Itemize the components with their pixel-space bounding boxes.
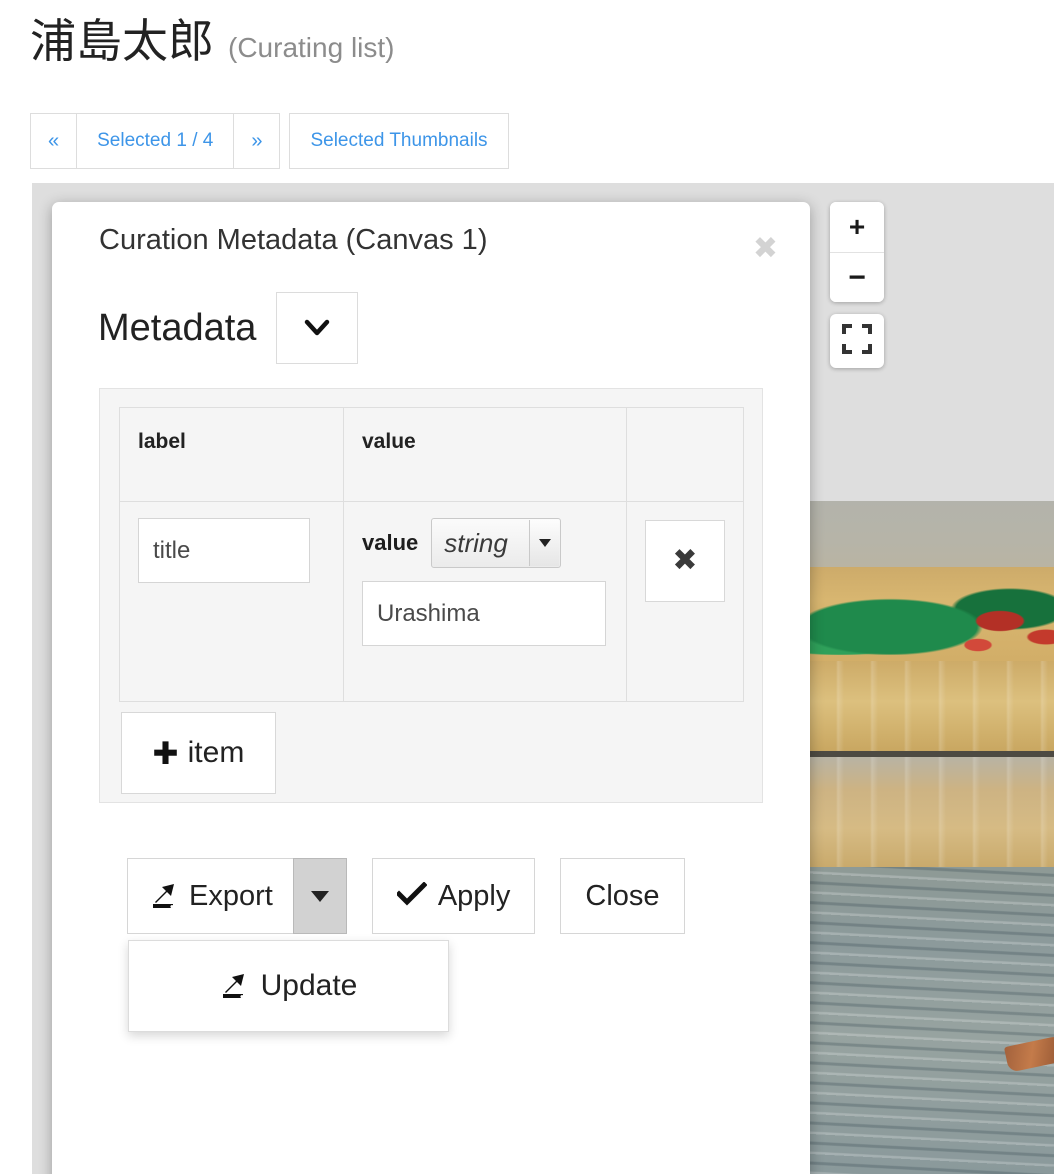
fullscreen-button[interactable] [830,314,884,368]
dialog-footer: Export Apply Close [127,858,685,934]
fullscreen-icon [842,323,872,359]
zoom-out-button[interactable]: − [830,252,884,302]
column-header-actions [626,407,744,502]
cell-actions: ✖ [626,501,744,702]
check-icon [395,880,428,911]
export-button[interactable]: Export [127,858,293,934]
close-label: Close [585,879,660,912]
value-type-select[interactable]: string [431,518,562,568]
apply-label: Apply [437,879,511,912]
add-item-label: item [187,736,245,769]
selected-thumbnails-button[interactable]: Selected Thumbnails [289,113,509,169]
pager-group: « Selected 1 / 4 » [30,113,281,169]
label-input[interactable] [138,518,310,583]
page-title-subtitle: (Curating list) [228,32,395,63]
artwork-gold-band-upper [810,661,1054,751]
close-icon: ✖ [672,544,698,577]
add-item-button[interactable]: ✚ item [121,712,276,794]
tab-bar: « Selected 1 / 4 » Selected Thumbnails [30,113,509,169]
metadata-collapse-button[interactable] [276,292,359,364]
export-dropdown-toggle[interactable] [292,858,347,934]
pager-selected-label[interactable]: Selected 1 / 4 [77,113,235,169]
page-title: 浦島太郎 (Curating list) [30,18,394,64]
zoom-in-button[interactable]: + [830,202,884,252]
caret-down-icon [310,890,329,902]
export-icon [220,973,248,999]
artwork-water [810,867,1054,1174]
page-root: 浦島太郎 (Curating list) « Selected 1 / 4 » … [0,0,1054,1174]
curation-metadata-dialog: Curation Metadata (Canvas 1) ✖ Metadata … [52,202,810,1174]
column-header-value: value [343,407,627,502]
value-type-selected: string [444,527,508,558]
zoom-controls: + − [830,202,884,368]
close-button[interactable]: Close [560,858,685,934]
metadata-section-header: Metadata [98,292,359,364]
table-header-row: label value [119,407,744,502]
artwork-sky-band [810,501,1054,567]
delete-row-button[interactable]: ✖ [645,520,725,602]
zoom-button-stack: + − [830,202,884,302]
value-keyword-label: value [362,530,419,555]
export-dropdown-menu[interactable]: Update [128,940,449,1032]
page-title-main: 浦島太郎 [30,15,214,67]
plus-icon: ✚ [152,735,179,771]
pager-next-button[interactable]: » [234,113,281,169]
artwork-red-foliage [960,597,1054,659]
artwork-image [810,501,1054,1174]
chevron-down-icon [304,315,330,341]
cell-label [119,501,344,702]
value-type-row: value string [362,518,626,568]
table-row: value string ✖ [119,501,744,702]
close-icon[interactable]: ✖ [753,234,778,264]
column-header-label: label [119,407,344,502]
section-title: Metadata [98,307,257,349]
apply-button[interactable]: Apply [371,858,536,934]
chevron-down-icon [529,520,560,566]
metadata-panel: label value value [99,388,763,803]
value-text-input[interactable] [362,581,606,646]
pager-prev-button[interactable]: « [30,113,78,169]
export-label: Export [189,879,273,912]
page-header: 浦島太郎 (Curating list) « Selected 1 / 4 » … [0,0,1054,183]
metadata-table: label value value [119,407,744,702]
cell-value: value string [343,501,627,702]
menu-item-update-label: Update [260,969,358,1002]
dialog-title: Curation Metadata (Canvas 1) [99,224,488,256]
artwork-gold-band-lower [810,757,1054,867]
export-split-button: Export [127,858,347,934]
export-icon [150,883,178,909]
